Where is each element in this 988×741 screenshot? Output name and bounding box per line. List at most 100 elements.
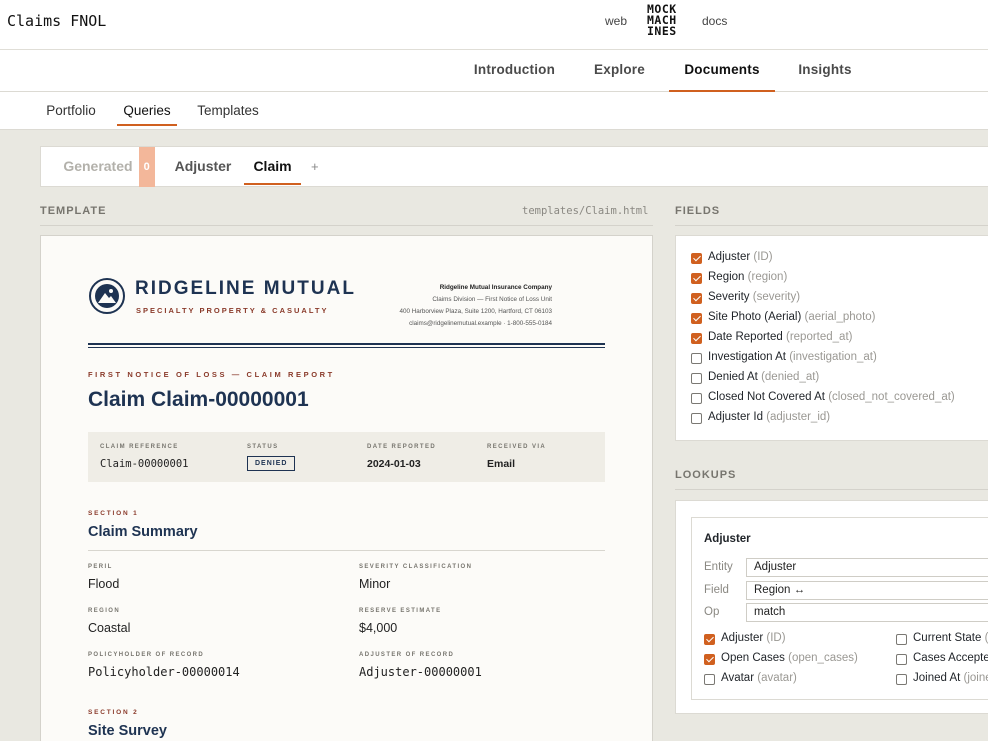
checkbox[interactable] xyxy=(896,634,907,645)
checkbox-label: Region (region) xyxy=(708,271,787,283)
checkbox[interactable] xyxy=(896,654,907,665)
field-name: Current State xyxy=(913,632,982,644)
checkbox[interactable] xyxy=(691,373,702,384)
field-key: (closed_not_covered_at) xyxy=(828,391,955,403)
document-tabs: Generated 0 Adjuster Claim + xyxy=(40,146,988,187)
tab-explore[interactable]: Explore xyxy=(578,50,661,92)
field-name: Date Reported xyxy=(708,331,783,343)
field-key: (severity) xyxy=(752,291,801,303)
lookups-panel: Adjuster Entity Adjuster Field Region ↔ … xyxy=(675,500,988,714)
checkbox[interactable] xyxy=(691,273,702,284)
field-key: (reported_at) xyxy=(786,331,853,343)
field-name: Open Cases xyxy=(721,652,785,664)
field-key: (open_cases) xyxy=(788,652,858,664)
checkbox-label: Site Photo (Aerial) (aerial_photo) xyxy=(708,311,876,323)
field-key: (aerial_photo) xyxy=(804,311,876,323)
tab-introduction[interactable]: Introduction xyxy=(468,50,561,92)
policyholder-value: Policyholder-00000014 xyxy=(88,665,240,679)
docs-link[interactable]: docs xyxy=(702,14,727,28)
checkbox[interactable] xyxy=(691,333,702,344)
reserve-label: RESERVE ESTIMATE xyxy=(359,608,442,614)
subtab-templates[interactable]: Templates xyxy=(192,92,264,126)
adjuster-value: Adjuster-00000001 xyxy=(359,665,482,679)
adjuster-label: ADJUSTER OF RECORD xyxy=(359,652,455,658)
report-kicker: FIRST NOTICE OF LOSS — CLAIM REPORT xyxy=(88,370,335,379)
divider xyxy=(675,489,988,490)
add-tab-button[interactable]: + xyxy=(311,159,319,174)
template-path: templates/Claim.html xyxy=(522,205,649,217)
region-label: REGION xyxy=(88,608,121,614)
date-reported-label: DATE REPORTED xyxy=(367,444,437,450)
field-name: Adjuster xyxy=(708,251,751,263)
field-key: (joine xyxy=(963,672,988,684)
top-bar: Claims FNOL web MOCK MACH INES docs xyxy=(0,0,988,50)
entity-select[interactable]: Adjuster xyxy=(746,558,988,577)
sub-nav: Portfolio Queries Templates xyxy=(0,92,988,130)
tab-claim[interactable]: Claim xyxy=(244,147,301,185)
field-key: (c xyxy=(985,632,988,644)
section-title: Claim Summary xyxy=(88,524,198,540)
fields-label: FIELDS xyxy=(675,205,721,217)
checkbox-label: Severity (severity) xyxy=(708,291,800,303)
region-value: Coastal xyxy=(88,621,131,635)
claim-title: Claim Claim-00000001 xyxy=(88,388,309,411)
severity-value: Minor xyxy=(359,577,391,591)
field-name: Denied At xyxy=(708,371,758,383)
lookup-title: Adjuster xyxy=(704,533,751,545)
checkbox-label: Joined At (joine xyxy=(913,672,988,684)
web-link[interactable]: web xyxy=(605,14,627,28)
field-key: (ID) xyxy=(766,632,786,644)
checkbox[interactable] xyxy=(704,634,715,645)
tab-adjuster[interactable]: Adjuster xyxy=(171,147,235,185)
lookup-card: Adjuster Entity Adjuster Field Region ↔ … xyxy=(691,517,988,700)
section-rule xyxy=(88,550,605,551)
status-badge: DENIED xyxy=(247,456,296,471)
checkbox[interactable] xyxy=(691,393,702,404)
tab-documents[interactable]: Documents xyxy=(669,50,775,92)
received-via-value: Email xyxy=(487,458,516,470)
checkbox[interactable] xyxy=(704,654,715,665)
checkbox[interactable] xyxy=(896,674,907,685)
header-rule xyxy=(88,347,605,348)
checkbox-label: Closed Not Covered At (closed_not_covere… xyxy=(708,391,955,403)
field-key: (adjuster_id) xyxy=(766,411,831,423)
field-key: (investigation_at) xyxy=(789,351,877,363)
app-title: Claims FNOL xyxy=(7,12,107,30)
field-name: Avatar xyxy=(721,672,755,684)
checkbox[interactable] xyxy=(691,353,702,364)
checkbox-label: Avatar (avatar) xyxy=(721,672,797,684)
subtab-portfolio[interactable]: Portfolio xyxy=(40,92,102,126)
lookups-label: LOOKUPS xyxy=(675,469,737,481)
field-name: Region xyxy=(708,271,745,283)
checkbox-label: Adjuster (ID) xyxy=(708,251,773,263)
fields-panel: Adjuster (ID) Region (region) Severity (se… xyxy=(675,235,988,441)
checkbox[interactable] xyxy=(691,293,702,304)
checkbox-label: Date Reported (reported_at) xyxy=(708,331,852,343)
field-select[interactable]: Region ↔ xyxy=(746,581,988,600)
checkbox[interactable] xyxy=(691,253,702,264)
section-number: SECTION 2 xyxy=(88,709,139,716)
checkbox-label: Denied At (denied_at) xyxy=(708,371,819,383)
mock-machines-logo[interactable]: MOCK MACH INES xyxy=(647,3,677,37)
field-name: Site Photo (Aerial) xyxy=(708,311,802,323)
subtab-queries[interactable]: Queries xyxy=(117,92,177,126)
claim-reference-value: Claim-00000001 xyxy=(100,458,189,470)
field-name: Investigation At xyxy=(708,351,786,363)
checkbox[interactable] xyxy=(691,313,702,324)
reserve-value: $4,000 xyxy=(359,621,398,635)
tab-generated[interactable]: Generated 0 xyxy=(59,147,159,187)
tab-insights[interactable]: Insights xyxy=(785,50,865,92)
company-address: Ridgeline Mutual Insurance Company Claim… xyxy=(400,282,553,330)
field-name: Adjuster xyxy=(721,632,764,644)
field-key: (ID) xyxy=(753,251,773,263)
field-name: Adjuster Id xyxy=(708,411,763,423)
op-select[interactable]: match xyxy=(746,603,988,622)
field-name: Cases Accepted xyxy=(913,652,988,664)
divider xyxy=(675,225,988,226)
checkbox-label: Cases Accepted xyxy=(913,652,988,664)
checkbox[interactable] xyxy=(704,674,715,685)
checkbox[interactable] xyxy=(691,413,702,424)
field-label: Field xyxy=(704,584,729,596)
divider xyxy=(40,225,653,226)
peril-value: Flood xyxy=(88,577,120,591)
